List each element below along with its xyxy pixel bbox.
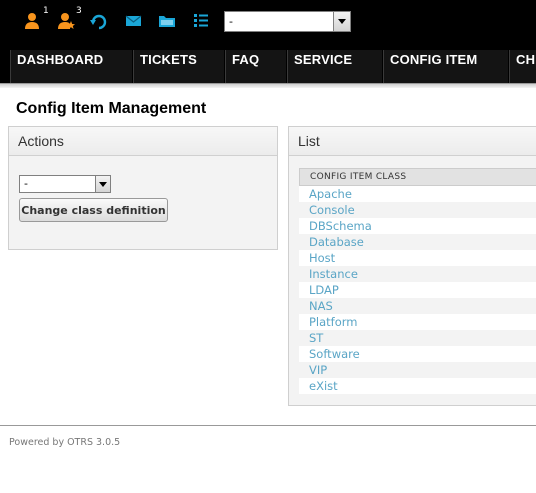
locked-tickets-icon[interactable] [22, 11, 42, 31]
class-select-value: - [24, 177, 28, 190]
table-row[interactable]: VIP [299, 362, 536, 378]
mail-icon[interactable] [123, 11, 143, 31]
table-row[interactable]: LDAP [299, 282, 536, 298]
table-row[interactable]: DBSchema [299, 218, 536, 234]
main-nav: DASHBOARD TICKETS FAQ SERVICE CONFIG ITE… [0, 50, 536, 83]
watched-tickets-icon[interactable] [56, 11, 76, 31]
table-row[interactable]: Software [299, 346, 536, 362]
nav-item-dashboard[interactable]: DASHBOARD [10, 50, 133, 83]
folder-icon[interactable] [157, 11, 177, 31]
footer-divider [0, 425, 536, 426]
nav-item-tickets[interactable]: TICKETS [133, 50, 225, 83]
refresh-icon[interactable] [89, 11, 109, 31]
actions-panel-title: Actions [9, 127, 277, 156]
chevron-down-icon[interactable] [333, 12, 350, 31]
table-row[interactable]: ST [299, 330, 536, 346]
table-row[interactable]: Database [299, 234, 536, 250]
toolbar: 1 3 - [0, 0, 536, 50]
nav-item-service[interactable]: SERVICE [287, 50, 383, 83]
actions-panel: Actions - Change class definition [8, 126, 278, 250]
table-row[interactable]: eXist [299, 378, 536, 394]
list-panel-title: List [289, 127, 536, 156]
list-panel: List CONFIG ITEM CLASS Apache Console DB… [288, 126, 536, 406]
table-row[interactable]: Host [299, 250, 536, 266]
queue-select-value: - [229, 15, 233, 28]
table-row[interactable]: Console [299, 202, 536, 218]
nav-item-config-item[interactable]: CONFIG ITEM [383, 50, 509, 83]
nav-item-faq[interactable]: FAQ [225, 50, 287, 83]
list-icon[interactable] [191, 11, 211, 31]
table-row[interactable]: Platform [299, 314, 536, 330]
table-row[interactable]: NAS [299, 298, 536, 314]
nav-divider [0, 83, 536, 88]
footer-text[interactable]: Powered by OTRS 3.0.5 [9, 437, 120, 448]
config-item-class-table: CONFIG ITEM CLASS Apache Console DBSchem… [299, 168, 536, 394]
page-title: Config Item Management [16, 100, 207, 117]
watched-tickets-badge: 3 [76, 6, 82, 16]
chevron-down-icon[interactable] [95, 176, 110, 192]
class-select[interactable]: - [19, 175, 111, 193]
queue-select[interactable]: - [224, 11, 351, 32]
locked-tickets-badge: 1 [43, 6, 49, 16]
table-row[interactable]: Apache [299, 186, 536, 202]
nav-item-changes[interactable]: CH [509, 50, 536, 83]
change-class-definition-button[interactable]: Change class definition [19, 198, 168, 222]
table-row[interactable]: Instance [299, 266, 536, 282]
column-header-config-item-class[interactable]: CONFIG ITEM CLASS [299, 168, 536, 186]
